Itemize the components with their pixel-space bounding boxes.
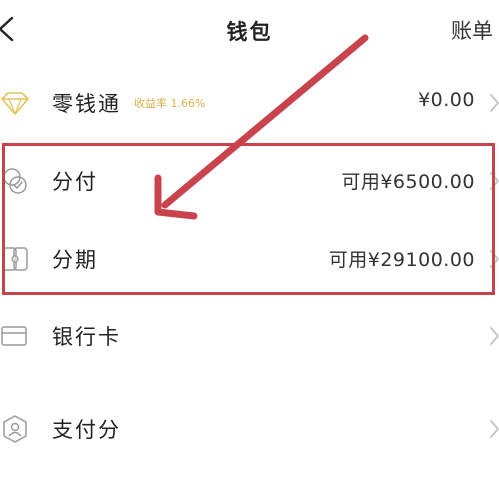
fenfu-icon — [3, 168, 27, 194]
chevron-right-icon — [490, 327, 499, 345]
available-credit: 可用¥6500.00 — [341, 171, 475, 193]
chevron-right-icon — [490, 172, 499, 190]
chevron-right-icon — [490, 250, 499, 268]
wallet-row-fenqi[interactable]: 分期 可用¥29100.00 — [0, 228, 499, 288]
available-credit: 可用¥29100.00 — [328, 249, 475, 271]
wallet-row-bank-card[interactable]: 银行卡 — [0, 305, 499, 365]
yield-rate: 收益率 1.66% — [134, 97, 206, 110]
bank-card-icon — [1, 326, 27, 346]
row-value: ¥0.00 — [418, 89, 475, 111]
page-title: 钱包 — [226, 20, 273, 44]
wallet-row-lingqiantong[interactable]: 零钱通 收益率 1.66% ¥0.00 — [0, 72, 499, 132]
chevron-right-icon — [490, 94, 499, 112]
wallet-row-pay-score[interactable]: 支付分 — [0, 398, 499, 458]
wallet-row-fenfu[interactable]: 分付 可用¥6500.00 — [0, 150, 499, 210]
diamond-icon — [1, 92, 29, 116]
chevron-right-icon — [490, 420, 499, 438]
row-label: 零钱通 — [52, 92, 121, 116]
row-label: 分付 — [52, 170, 98, 194]
row-label: 分期 — [52, 248, 98, 272]
bill-link[interactable]: 账单 — [451, 15, 493, 45]
installment-icon — [2, 247, 28, 271]
header-bar: 钱包 账单 — [0, 0, 499, 64]
row-label: 银行卡 — [52, 325, 121, 349]
row-label: 支付分 — [52, 418, 121, 442]
pay-score-icon — [3, 415, 27, 443]
